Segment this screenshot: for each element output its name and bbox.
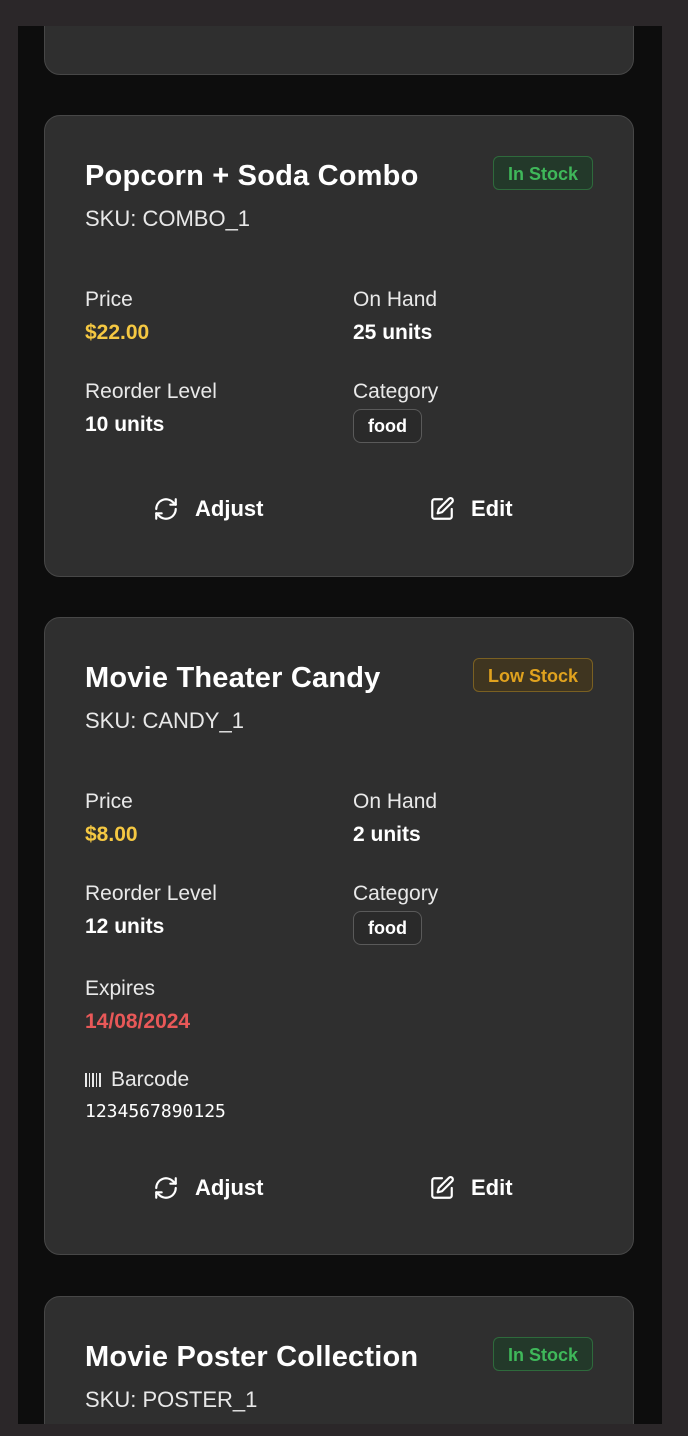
- status-badge: In Stock: [492, 1337, 593, 1371]
- status-badge: Low Stock: [472, 658, 593, 692]
- on-hand-label: On Hand: [353, 790, 438, 813]
- product-name: Movie Theater Candy: [85, 662, 381, 694]
- price-label: Price: [85, 790, 133, 813]
- on-hand-value: 25 units: [353, 321, 433, 344]
- price-label: Price: [85, 288, 133, 311]
- category-label: Category: [353, 882, 439, 905]
- product-name: Movie Poster Collection: [85, 1341, 419, 1373]
- price-value: $8.00: [85, 823, 138, 846]
- expires-value: 14/08/2024: [85, 1010, 191, 1033]
- product-list[interactable]: Popcorn + Soda Combo SKU: COMBO_1 In Sto…: [18, 26, 662, 1424]
- edit-button-label: Edit: [471, 1175, 513, 1200]
- adjust-button-label: Adjust: [195, 496, 264, 521]
- refresh-icon: [155, 1177, 177, 1199]
- product-card-previous: [44, 26, 634, 75]
- on-hand-label: On Hand: [353, 288, 438, 311]
- status-badge: In Stock: [492, 156, 593, 190]
- expires-label: Expires: [85, 977, 156, 1000]
- edit-button[interactable]: Edit: [429, 1175, 513, 1201]
- category-tag: food: [353, 911, 422, 945]
- reorder-level-value: 12 units: [85, 915, 165, 938]
- barcode-icon: [85, 1073, 101, 1087]
- reorder-level-value: 10 units: [85, 413, 165, 436]
- product-card: Movie Poster Collection SKU: POSTER_1 In…: [44, 1296, 634, 1424]
- edit-icon: [431, 1176, 454, 1199]
- edit-button[interactable]: Edit: [429, 496, 513, 522]
- reorder-level-label: Reorder Level: [85, 882, 217, 905]
- product-card: Popcorn + Soda Combo SKU: COMBO_1 In Sto…: [44, 115, 634, 577]
- adjust-button[interactable]: Adjust: [153, 496, 263, 522]
- barcode-value: 1234567890125: [85, 1101, 226, 1122]
- category-tag: food: [353, 409, 422, 443]
- product-sku: SKU: CANDY_1: [85, 708, 244, 733]
- adjust-button[interactable]: Adjust: [153, 1175, 263, 1201]
- refresh-icon: [155, 498, 177, 520]
- barcode-label: Barcode: [85, 1068, 189, 1092]
- product-sku: SKU: COMBO_1: [85, 206, 251, 231]
- edit-icon: [431, 497, 454, 520]
- product-sku: SKU: POSTER_1: [85, 1387, 258, 1412]
- reorder-level-label: Reorder Level: [85, 380, 217, 403]
- product-name: Popcorn + Soda Combo: [85, 160, 419, 192]
- price-value: $22.00: [85, 321, 150, 344]
- product-card: Movie Theater Candy SKU: CANDY_1 Low Sto…: [44, 617, 634, 1255]
- on-hand-value: 2 units: [353, 823, 421, 846]
- category-label: Category: [353, 380, 439, 403]
- adjust-button-label: Adjust: [195, 1175, 264, 1200]
- barcode-label-text: Barcode: [111, 1068, 190, 1091]
- edit-button-label: Edit: [471, 496, 513, 521]
